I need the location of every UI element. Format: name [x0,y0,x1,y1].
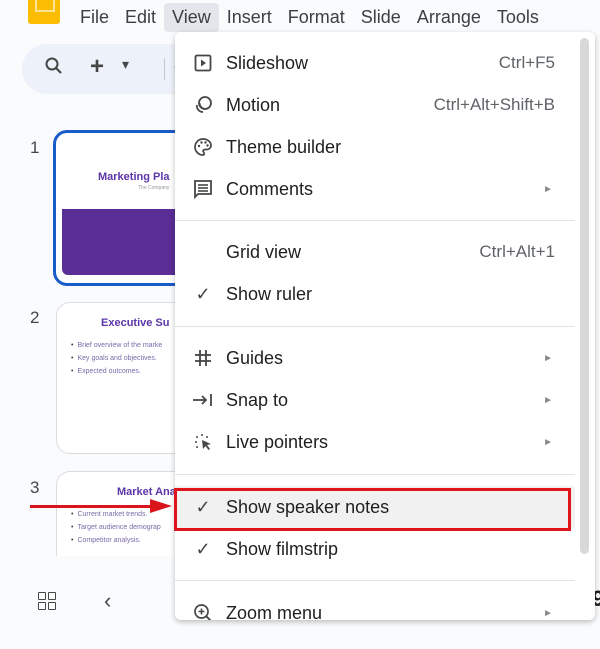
shortcut-label: Ctrl+Alt+Shift+B [433,95,555,114]
menu-item-show-filmstrip[interactable]: ✓ Show filmstrip [175,528,575,570]
chevron-down-icon[interactable]: ▾ [122,56,129,73]
submenu-arrow-icon: ► [543,607,553,619]
guides-icon [191,346,215,370]
menu-item-label: Zoom menu [226,602,323,621]
annotation-highlight-box [174,488,571,531]
annotation-arrow [30,505,152,508]
submenu-arrow-icon: ► [543,436,553,448]
slide-title: Marketing Pla [98,171,170,183]
slide-bullets: Current market trends. Target audience d… [71,508,161,547]
shortcut-label: Ctrl+Alt+1 [479,242,555,261]
menu-item-show-ruler[interactable]: ✓ Show ruler [175,273,575,315]
menu-format[interactable]: Format [280,3,353,32]
menu-item-label: Motion [226,94,281,115]
present-icon [191,51,215,75]
menu-item-label: Guides [226,347,284,368]
submenu-arrow-icon: ► [543,352,553,364]
menu-file[interactable]: File [72,3,117,32]
live-pointer-icon [191,430,215,454]
menu-item-label: Show filmstrip [226,538,339,559]
menu-item-guides[interactable]: Guides ► [175,337,575,379]
bullet-item: Key goals and objectives. [71,352,162,365]
menu-slide[interactable]: Slide [353,3,409,32]
slide-number: 2 [30,308,40,327]
slide-number: 3 [30,478,40,497]
menu-item-slideshow[interactable]: Slideshow Ctrl+F5 [175,42,575,84]
menu-divider [175,580,575,581]
snap-to-icon [191,388,215,412]
menu-item-label: Snap to [226,389,289,410]
menu-scrollbar[interactable] [580,38,589,554]
menu-view[interactable]: View [164,2,219,32]
toolbar-divider [164,58,165,80]
menu-item-label: Comments [226,178,314,199]
menu-item-grid-view[interactable]: Grid view Ctrl+Alt+1 [175,231,575,273]
filmstrip-footer: ‹ [0,580,180,630]
bullet-item: Target audience demograp [71,521,160,534]
menu-item-live-pointers[interactable]: Live pointers ► [175,421,575,463]
zoom-in-icon [191,601,215,620]
search-icon[interactable] [44,56,64,82]
slide-bullets: Brief overview of the marke Key goals an… [71,339,162,378]
shortcut-label: Ctrl+F5 [498,53,555,72]
submenu-arrow-icon: ► [543,394,553,406]
menu-item-zoom-menu[interactable]: Zoom menu ► [175,592,575,620]
annotation-arrow-head [150,499,172,513]
menu-item-label: Slideshow [226,52,309,73]
grid-view-icon[interactable] [38,592,56,610]
new-slide-icon[interactable]: + [90,53,104,81]
google-slides-logo[interactable] [28,0,60,24]
menu-bar: File Edit View Insert Format Slide Arran… [72,0,547,34]
menu-item-label: Show ruler [226,283,313,304]
slide-title: Market Ana [117,486,176,498]
comment-icon [191,177,215,201]
slide-title: Executive Su [101,317,170,329]
bullet-item: Current market trends. [71,508,161,521]
palette-icon [191,135,215,159]
menu-item-label: Theme builder [226,136,342,157]
menu-item-theme-builder[interactable]: Theme builder [175,126,575,168]
motion-icon [191,93,215,117]
bullet-item: Brief overview of the marke [71,339,162,352]
menu-edit[interactable]: Edit [117,3,164,32]
collapse-filmstrip-icon[interactable]: ‹ [104,588,111,614]
checkmark-icon: ✓ [195,538,211,559]
menu-arrange[interactable]: Arrange [409,3,489,32]
checkmark-icon: ✓ [195,283,211,304]
submenu-arrow-icon: ► [543,183,553,195]
slide-number: 1 [30,138,40,157]
menu-item-label: Live pointers [226,431,329,452]
menu-item-motion[interactable]: Motion Ctrl+Alt+Shift+B [175,84,575,126]
menu-item-comments[interactable]: Comments ► [175,168,575,210]
bullet-item: Expected outcomes. [71,365,162,378]
bullet-item: Competitor analysis. [71,534,161,547]
menu-item-label: Grid view [226,241,302,262]
view-menu-dropdown: Slideshow Ctrl+F5 Motion Ctrl+Alt+Shift+… [175,32,595,620]
menu-divider [175,220,575,221]
menu-divider [175,474,575,475]
slide-subtitle: The Company [138,185,170,191]
menu-divider [175,326,575,327]
menu-tools[interactable]: Tools [489,3,547,32]
menu-insert[interactable]: Insert [219,3,280,32]
menu-item-snap-to[interactable]: Snap to ► [175,379,575,421]
